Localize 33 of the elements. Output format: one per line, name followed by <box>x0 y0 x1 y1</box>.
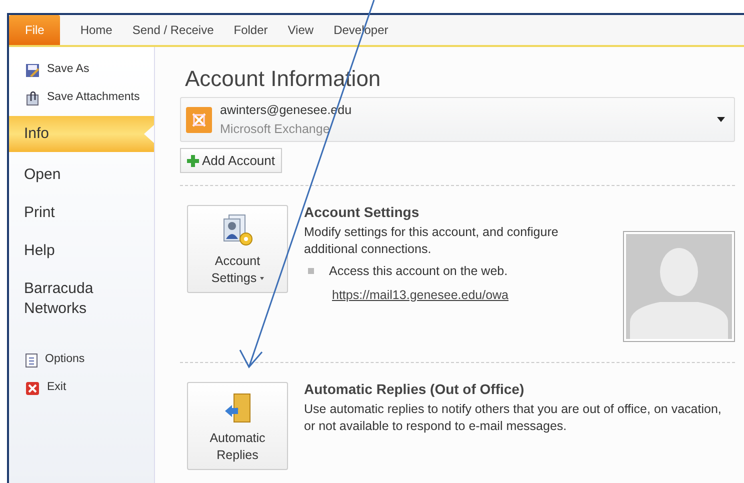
dropdown-arrow-icon <box>717 117 725 122</box>
ribbon-tab[interactable]: Home <box>70 15 122 45</box>
menu-section[interactable]: Info <box>9 116 154 152</box>
action-button[interactable]: Automatic Replies <box>187 382 288 470</box>
menu-command[interactable]: Save As <box>9 56 154 84</box>
action-button[interactable]: Account Settings <box>187 205 288 293</box>
caret-icon <box>260 277 264 280</box>
menu-section[interactable]: Print <box>9 194 119 232</box>
account-type: Microsoft Exchange <box>220 120 331 138</box>
ribbon-tab[interactable]: Folder <box>224 15 278 45</box>
door-icon <box>222 392 252 424</box>
section-heading: Account Settings <box>304 203 420 222</box>
menu-section[interactable]: Help <box>9 232 119 270</box>
menu-command[interactable]: Save Attachments <box>9 84 154 112</box>
section-description: Use automatic replies to notify others that you are out of office, on vacation, or not available to respond to e-mail messages. <box>304 401 722 435</box>
account-settings-icon <box>220 213 254 247</box>
document-icon <box>25 352 38 368</box>
bullet-icon <box>308 268 314 274</box>
menu-section[interactable]: Open <box>9 156 119 194</box>
selection-notch <box>144 125 154 143</box>
close-icon <box>25 380 40 396</box>
menu-command[interactable]: Exit <box>9 374 154 402</box>
ribbon-tab[interactable]: View <box>278 15 324 45</box>
ribbon-tab[interactable]: Send / Receive <box>122 15 224 45</box>
exchange-icon <box>186 106 212 132</box>
menu-section[interactable]: Barracuda Networks <box>9 270 119 328</box>
web-access-link[interactable]: https://mail13.genesee.edu/owa <box>332 286 604 304</box>
section-heading: Automatic Replies (Out of Office) <box>304 380 526 399</box>
menu-command[interactable]: Options <box>9 346 154 374</box>
section-description: Modify settings for this account, and configure additional connections. <box>304 224 560 258</box>
bullet-text: Access this account on the web. <box>329 263 508 280</box>
plus-icon <box>187 154 199 166</box>
add-account-button[interactable]: Add Account <box>180 148 282 173</box>
